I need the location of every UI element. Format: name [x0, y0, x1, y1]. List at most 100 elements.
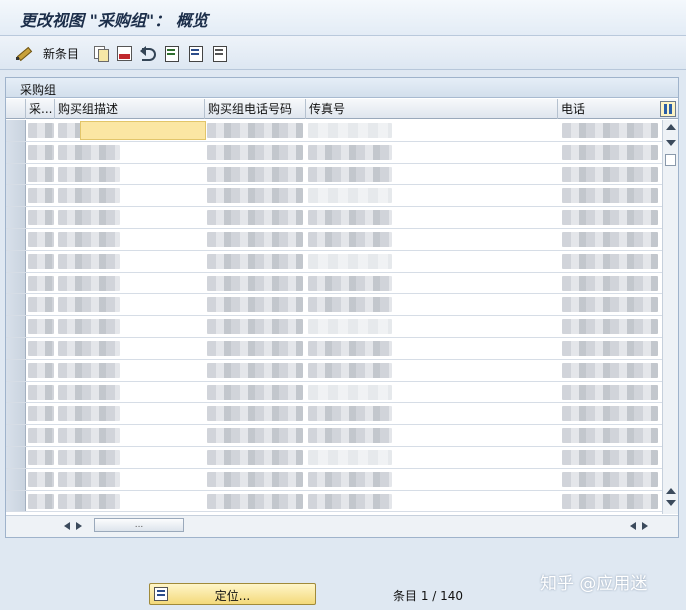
cell-purchasing-group[interactable]	[28, 253, 54, 269]
cell-purchasing-group[interactable]	[28, 406, 54, 422]
cell-description[interactable]	[58, 144, 120, 160]
table-row[interactable]	[6, 490, 662, 513]
table-row[interactable]	[6, 272, 662, 295]
cell-description[interactable]	[58, 406, 120, 422]
table-row[interactable]	[6, 359, 662, 382]
cell-purchasing-group[interactable]	[28, 166, 54, 182]
cell-description[interactable]	[58, 340, 120, 356]
cell-purchasing-group[interactable]	[28, 362, 54, 378]
row-selector[interactable]	[6, 490, 26, 512]
delete-button[interactable]	[116, 44, 132, 62]
cell-fax[interactable]	[308, 428, 392, 444]
cell-description[interactable]	[58, 428, 120, 444]
active-cell-description[interactable]	[80, 121, 206, 140]
row-selector[interactable]	[6, 294, 26, 316]
table-row[interactable]	[6, 294, 662, 317]
row-selector[interactable]	[6, 163, 26, 185]
undo-button[interactable]	[140, 44, 156, 62]
cell-phone-number[interactable]	[207, 231, 303, 247]
cell-fax[interactable]	[308, 253, 392, 269]
row-selector[interactable]	[6, 228, 26, 250]
row-selector[interactable]	[6, 185, 26, 207]
vertical-scroll-thumb[interactable]	[665, 154, 676, 166]
cell-purchasing-group[interactable]	[28, 384, 54, 400]
scroll-far-left-icon[interactable]	[630, 522, 636, 530]
cell-description[interactable]	[58, 231, 120, 247]
cell-description[interactable]	[58, 253, 120, 269]
cell-telephone[interactable]	[562, 362, 658, 378]
scroll-page-down-icon[interactable]	[666, 500, 676, 506]
cell-phone-number[interactable]	[207, 210, 303, 226]
table-row[interactable]	[6, 316, 662, 338]
cell-fax[interactable]	[308, 340, 392, 356]
cell-phone-number[interactable]	[207, 188, 303, 204]
cell-purchasing-group[interactable]	[28, 319, 54, 335]
cell-description[interactable]	[58, 384, 120, 400]
cell-purchasing-group[interactable]	[28, 123, 54, 138]
cell-telephone[interactable]	[562, 471, 658, 487]
table-row[interactable]	[6, 337, 662, 360]
cell-description[interactable]	[58, 493, 120, 509]
row-selector[interactable]	[6, 468, 26, 490]
cell-telephone[interactable]	[562, 275, 658, 291]
cell-purchasing-group[interactable]	[28, 340, 54, 356]
cell-telephone[interactable]	[562, 493, 658, 509]
column-header-fax[interactable]: 传真号	[306, 99, 558, 119]
cell-fax[interactable]	[308, 275, 392, 291]
cell-phone-number[interactable]	[207, 144, 303, 160]
row-selector[interactable]	[6, 120, 26, 141]
cell-fax[interactable]	[308, 362, 392, 378]
row-selector[interactable]	[6, 359, 26, 381]
column-header-telephone[interactable]: 电话	[558, 99, 658, 119]
cell-fax[interactable]	[308, 123, 392, 138]
row-selector[interactable]	[6, 403, 26, 425]
table-row[interactable]	[6, 250, 662, 273]
row-selector[interactable]	[6, 425, 26, 446]
table-row[interactable]	[6, 120, 662, 142]
scroll-page-up-icon[interactable]	[666, 488, 676, 494]
column-header-description[interactable]: 购买组描述	[55, 99, 205, 119]
cell-phone-number[interactable]	[207, 253, 303, 269]
cell-phone-number[interactable]	[207, 493, 303, 509]
table-row[interactable]	[6, 163, 662, 186]
table-row[interactable]	[6, 207, 662, 229]
cell-purchasing-group[interactable]	[28, 210, 54, 226]
cell-fax[interactable]	[308, 449, 392, 465]
scroll-right-icon[interactable]	[76, 522, 82, 530]
cell-fax[interactable]	[308, 210, 392, 226]
cell-phone-number[interactable]	[207, 428, 303, 444]
cell-description[interactable]	[58, 319, 120, 335]
cell-description[interactable]	[58, 471, 120, 487]
cell-purchasing-group[interactable]	[28, 275, 54, 291]
cell-description[interactable]	[58, 275, 120, 291]
cell-telephone[interactable]	[562, 449, 658, 465]
cell-fax[interactable]	[308, 231, 392, 247]
cell-purchasing-group[interactable]	[28, 144, 54, 160]
row-selector[interactable]	[6, 141, 26, 163]
cell-telephone[interactable]	[562, 210, 658, 226]
cell-description[interactable]	[58, 210, 120, 226]
cell-telephone[interactable]	[562, 319, 658, 335]
cell-fax[interactable]	[308, 144, 392, 160]
cell-phone-number[interactable]	[207, 166, 303, 182]
column-settings-icon[interactable]	[660, 101, 676, 117]
table-row[interactable]	[6, 228, 662, 251]
deselect-all-button[interactable]	[212, 44, 228, 62]
horizontal-scroll-thumb[interactable]: ...	[94, 518, 184, 532]
table-row[interactable]	[6, 381, 662, 404]
column-header-phone-number[interactable]: 购买组电话号码	[205, 99, 306, 119]
scroll-up-icon[interactable]	[666, 124, 676, 130]
row-selector[interactable]	[6, 207, 26, 228]
table-row[interactable]	[6, 403, 662, 426]
cell-telephone[interactable]	[562, 144, 658, 160]
row-selector[interactable]	[6, 272, 26, 294]
cell-purchasing-group[interactable]	[28, 471, 54, 487]
scroll-far-right-icon[interactable]	[642, 522, 648, 530]
cell-telephone[interactable]	[562, 253, 658, 269]
scroll-left-icon[interactable]	[64, 522, 70, 530]
cell-phone-number[interactable]	[207, 384, 303, 400]
row-selector[interactable]	[6, 316, 26, 337]
row-selector[interactable]	[6, 250, 26, 272]
cell-purchasing-group[interactable]	[28, 493, 54, 509]
table-row[interactable]	[6, 468, 662, 491]
